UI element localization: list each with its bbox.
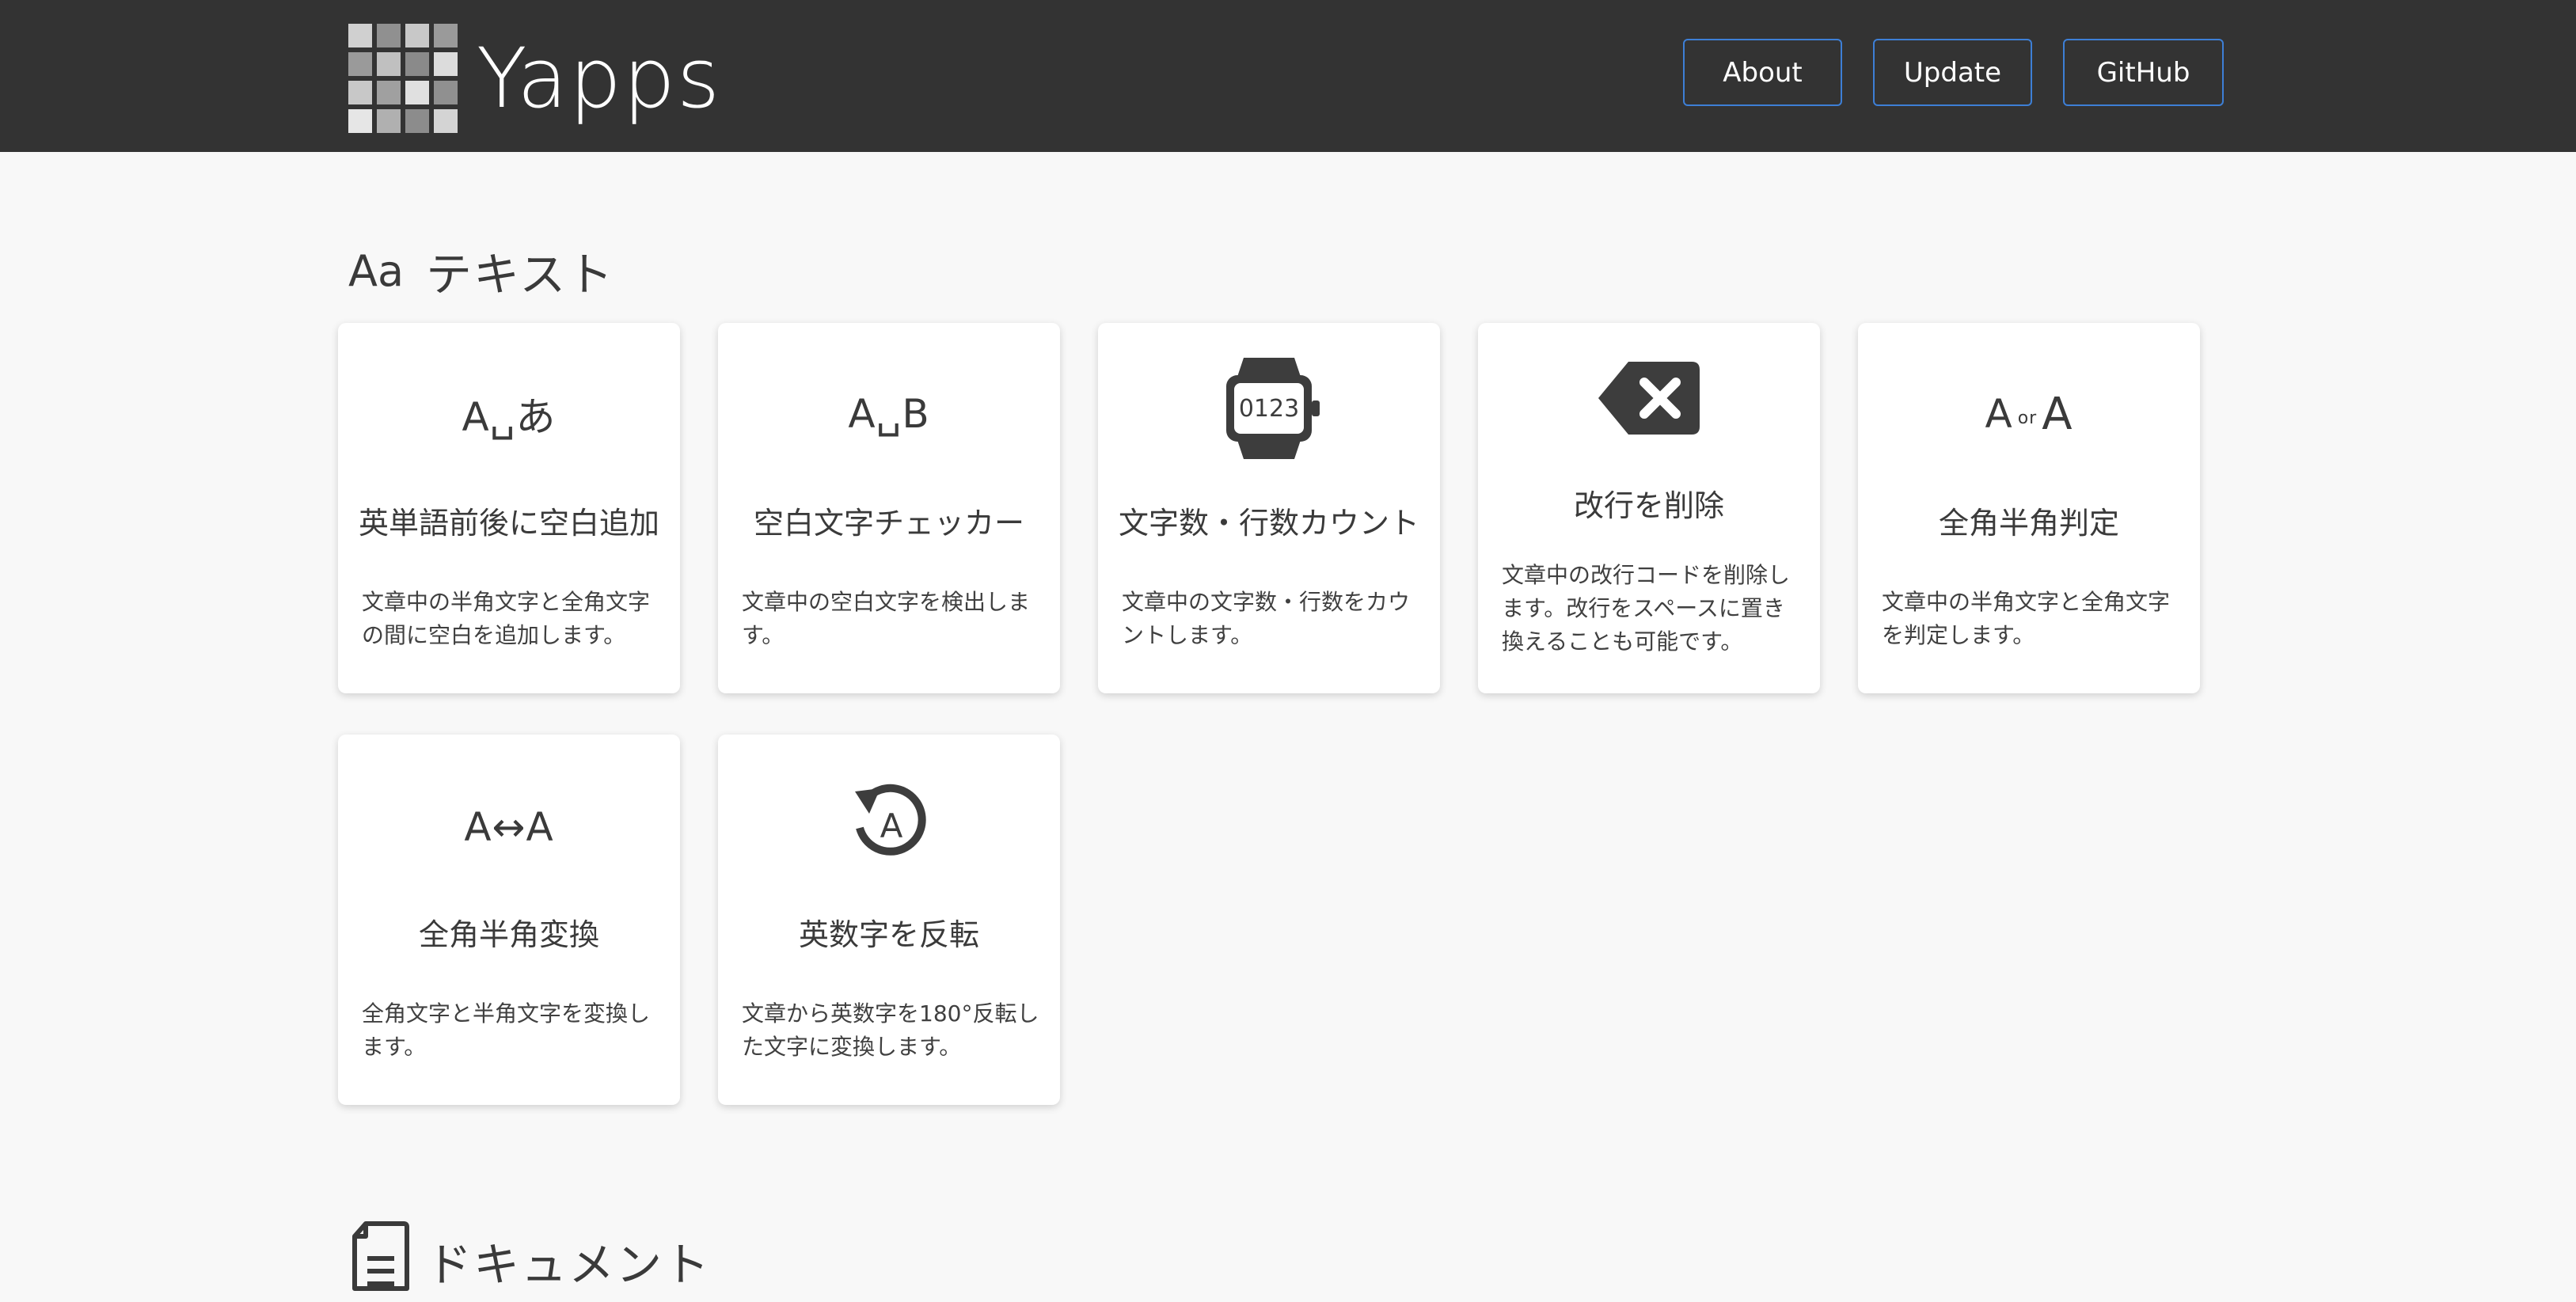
card-title: 文字数・行数カウント <box>1118 506 1419 541</box>
card-description: 文章中の半角文字と全角文字の間に空白を追加します。 <box>362 589 651 648</box>
svg-text:0123: 0123 <box>1239 395 1299 423</box>
tool-card-space-checker[interactable]: A␣B 空白文字チェッカー 文章中の空白文字を検出します。 <box>718 323 1060 693</box>
space-checker-icon: A␣B <box>848 391 930 437</box>
nav-about-button[interactable]: About <box>1683 39 1842 106</box>
card-description: 文章から英数字を180°反転した文字に変換します。 <box>742 1000 1039 1060</box>
card-title: 英数字を反転 <box>798 917 979 952</box>
section-title: ドキュメント <box>426 1237 712 1292</box>
section-header-document: ドキュメント <box>348 1219 711 1302</box>
backspace-icon <box>1478 355 1820 442</box>
tool-card-width-convert[interactable]: A↔A 全角半角変換 全角文字と半角文字を変換します。 <box>338 735 680 1105</box>
width-convert-icon: A↔A <box>464 804 554 850</box>
width-judge-icon: A or A <box>1985 388 2073 440</box>
card-title: 英単語前後に空白追加 <box>358 506 659 541</box>
card-description: 全角文字と半角文字を変換します。 <box>362 1000 651 1060</box>
counter-watch-icon: 0123 <box>1098 353 1440 464</box>
card-title: 全角半角判定 <box>1938 506 2119 541</box>
tool-card-remove-newline[interactable]: 改行を削除 文章中の改行コードを削除します。改行をスペースに置き換えることも可能… <box>1478 323 1820 693</box>
space-insert-icon: A␣あ <box>462 394 557 440</box>
tool-card-space-insert[interactable]: A␣あ 英単語前後に空白追加 文章中の半角文字と全角文字の間に空白を追加します。 <box>338 323 680 693</box>
tool-card-char-count[interactable]: 0123 文字数・行数カウント 文章中の文字数・行数をカウントします。 <box>1098 323 1440 693</box>
section-title: テキスト <box>426 248 615 302</box>
card-title: 改行を削除 <box>1573 488 1724 523</box>
card-description: 文章中の空白文字を検出します。 <box>742 589 1031 648</box>
text-section-icon: Aa <box>348 245 405 296</box>
tool-card-width-judge[interactable]: A or A 全角半角判定 文章中の半角文字と全角文字を判定します。 <box>1858 323 2200 693</box>
rotate-icon: A <box>718 779 1060 866</box>
logo-grid-icon <box>348 24 458 133</box>
document-icon <box>348 1219 426 1302</box>
card-description: 文章中の半角文字と全角文字を判定します。 <box>1882 589 2171 648</box>
card-description: 文章中の文字数・行数をカウントします。 <box>1122 589 1411 648</box>
nav-update-button[interactable]: Update <box>1873 39 2032 106</box>
card-title: 全角半角変換 <box>418 917 599 952</box>
card-title: 空白文字チェッカー <box>753 506 1024 541</box>
svg-text:A: A <box>880 807 903 845</box>
brand-name: Yapps <box>477 30 722 127</box>
section-header-text: Aa テキスト <box>348 237 614 304</box>
card-description: 文章中の改行コードを削除します。改行をスペースに置き換えることも可能です。 <box>1502 562 1791 655</box>
tool-card-rotate[interactable]: A 英数字を反転 文章から英数字を180°反転した文字に変換します。 <box>718 735 1060 1105</box>
top-navbar: Yapps About Update GitHub <box>0 0 2576 152</box>
nav-github-button[interactable]: GitHub <box>2063 39 2224 106</box>
brand-link[interactable]: Yapps <box>348 24 721 133</box>
